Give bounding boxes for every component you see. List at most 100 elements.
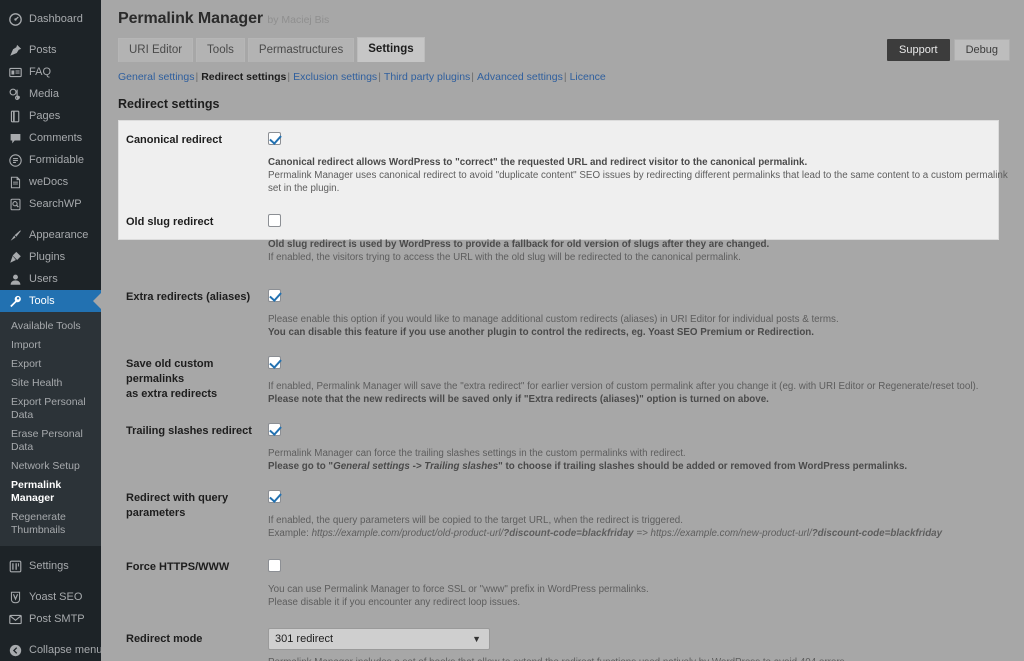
sidebar-item-searchwp[interactable]: SearchWP [0,193,101,215]
sidebar-item-faq[interactable]: FAQ [0,61,101,83]
setting-row-save-old-permalinks: Save old custom permalinks as extra redi… [118,344,1010,411]
submenu-item-erase-personal-data[interactable]: Erase Personal Data [0,425,101,457]
sidebar-item-posts[interactable]: Posts [0,39,101,61]
submenu-item-site-health[interactable]: Site Health [0,374,101,393]
sidebar-item-comments[interactable]: Comments [0,127,101,149]
sidebar-item-users[interactable]: Users [0,268,101,290]
subnav-licence[interactable]: Licence [570,71,606,83]
support-button[interactable]: Support [887,39,950,61]
collapse-icon [8,643,22,657]
sidebar-item-formidable[interactable]: Formidable [0,149,101,171]
subnav-divider: | [471,71,475,83]
query-parameters-checkbox[interactable] [268,490,281,503]
sidebar-item-label: Settings [29,560,69,572]
sidebar-item-dashboard[interactable]: Dashboard [0,8,101,30]
sidebar-item-appearance[interactable]: Appearance [0,224,101,246]
subnav-advanced-settings[interactable]: Advanced settings [477,71,563,83]
sidebar-item-label: Plugins [29,251,66,263]
sidebar-item-settings[interactable]: Settings [0,555,101,577]
setting-label: Canonical redirect [126,134,222,146]
user-icon [8,272,22,286]
submenu-item-permalink-manager[interactable]: Permalink Manager [0,476,101,508]
tab-permastructures[interactable]: Permastructures [247,38,355,62]
debug-button[interactable]: Debug [953,39,1010,61]
subnav-third-party-plugins[interactable]: Third party plugins [384,71,470,83]
desc-line-2: You can disable this feature if you use … [268,327,815,338]
submenu-item-network-setup[interactable]: Network Setup [0,457,101,476]
setting-row-canonical-redirect: Canonical redirect Canonical redirect al… [118,120,1010,200]
sidebar-item-label: Yoast SEO [29,591,83,603]
subnav-label: Licence [569,71,606,83]
example-url-1: https://example.com/product/old-product-… [311,528,504,539]
sidebar-item-media[interactable]: Media [0,83,101,105]
tab-uri-editor[interactable]: URI Editor [118,38,194,62]
sidebar-item-yoast-seo[interactable]: Yoast SEO [0,586,101,608]
main-content: Permalink Manager by Maciej Bis URI Edit… [101,0,1024,661]
submenu-label: Import [11,339,41,351]
desc-line-1: Old slug redirect is used by WordPress t… [268,239,770,250]
submenu-item-available-tools[interactable]: Available Tools [0,317,101,336]
example-prefix: Example: [268,528,312,539]
sidebar-item-wedocs[interactable]: weDocs [0,171,101,193]
subnav-exclusion-settings[interactable]: Exclusion settings [293,71,377,83]
force-https-checkbox[interactable] [268,559,281,572]
submenu-label: Site Health [11,377,63,389]
sidebar-item-label: Appearance [29,229,89,241]
sidebar-item-post-smtp[interactable]: Post SMTP [0,608,101,630]
desc-line-1: Permalink Manager can force the trailing… [268,448,686,459]
tab-tools[interactable]: Tools [196,38,245,62]
comment-icon [8,131,22,145]
submenu-label: Export Personal Data [11,396,86,421]
sidebar-item-label: FAQ [29,66,52,78]
setting-description: Canonical redirect allows WordPress to "… [268,156,1010,195]
extra-redirects-checkbox[interactable] [268,289,281,302]
sidebar-item-tools[interactable]: Tools [0,290,101,312]
trailing-slashes-checkbox[interactable] [268,423,281,436]
setting-label-line2: parameters [126,507,186,519]
submenu-item-export-personal-data[interactable]: Export Personal Data [0,393,101,425]
submenu-item-regenerate-thumbnails[interactable]: Regenerate Thumbnails [0,508,86,540]
tab-settings[interactable]: Settings [357,37,425,62]
desc-line-2: Permalink Manager uses canonical redirec… [268,170,1008,194]
desc-line-1: Canonical redirect allows WordPress to "… [268,157,808,168]
redirect-mode-select[interactable]: 301 redirect 302 redirect 307 redirect D… [268,628,490,650]
submenu-item-import[interactable]: Import [0,336,101,355]
setting-description: Permalink Manager can force the trailing… [268,447,1010,473]
setting-row-redirect-mode: Redirect mode 301 redirect 302 redirect … [118,614,1010,661]
sidebar-item-collapse-menu[interactable]: Collapse menu [0,639,101,661]
example-url-2: https://example.com/new-product-url/ [650,528,812,539]
setting-label: Force HTTPS/WWW [126,561,230,573]
subnav-divider: | [378,71,381,83]
submenu-item-export[interactable]: Export [0,355,101,374]
example-arrow: => [633,528,651,539]
subnav: General settings | Redirect settings | E… [118,71,1010,83]
setting-label-line2: as extra redirects [126,388,218,400]
save-old-permalinks-checkbox[interactable] [268,356,281,369]
desc-line-2: If enabled, the visitors trying to acces… [268,252,741,263]
admin-sidebar: Dashboard Posts FAQ Media Pages Comments… [0,0,101,661]
tab-label: URI Editor [129,44,183,56]
setting-row-extra-redirects: Extra redirects (aliases) Please enable … [118,269,1010,344]
plugin-author: by Maciej Bis [267,14,330,26]
subnav-general-settings[interactable]: General settings [118,71,194,83]
setting-description: Please enable this option if you would l… [268,313,1010,339]
subnav-label: Redirect settings [201,71,287,83]
tab-label: Permastructures [258,44,344,56]
sidebar-item-plugins[interactable]: Plugins [0,246,101,268]
sidebar-item-pages[interactable]: Pages [0,105,101,127]
debug-label: Debug [965,44,998,56]
canonical-redirect-checkbox[interactable] [268,132,281,145]
subnav-label: General settings [118,71,195,83]
tab-label: Tools [207,44,234,56]
wrench-icon [8,294,22,308]
subnav-redirect-settings[interactable]: Redirect settings [201,71,286,83]
desc-line-1: If enabled, the query parameters will be… [268,515,683,526]
sidebar-item-label: weDocs [29,176,69,188]
section-title: Redirect settings [118,97,220,111]
desc-line-1: Please enable this option if you would l… [268,314,839,325]
list-icon [8,65,22,79]
tab-label: Settings [368,43,414,55]
tools-submenu: Available Tools Import Export Site Healt… [0,312,101,546]
sidebar-item-label: Comments [29,132,83,144]
old-slug-redirect-checkbox[interactable] [268,214,281,227]
